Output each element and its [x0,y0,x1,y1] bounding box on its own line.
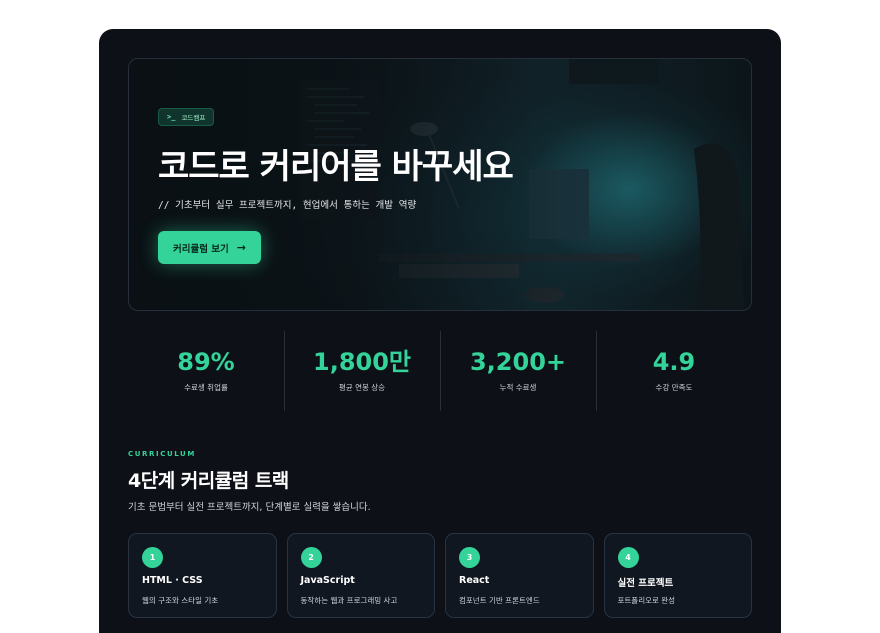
curriculum-card-project[interactable]: 4 실전 프로젝트 포트폴리오로 완성 [603,533,752,618]
stat-label: 수강 만족도 [655,382,693,392]
card-title: HTML · CSS [142,575,203,586]
step-number-badge: 4 [617,547,639,568]
stat-label: 평균 연봉 상승 [338,382,386,392]
view-curriculum-button[interactable]: 커리큘럼 보기 → [158,231,261,264]
brand-badge-label: 코드캠프 [181,114,206,122]
stat-value: 3,200+ [469,347,567,376]
curriculum-cards: 1 HTML · CSS 웹의 구조와 스타일 기초 2 JavaScript … [128,533,752,618]
stat-employment-rate: 89% 수료생 취업률 [128,331,284,411]
curriculum-card-html-css[interactable]: 1 HTML · CSS 웹의 구조와 스타일 기초 [128,533,277,618]
landing-panel: >_ 코드캠프 코드로 커리어를 바꾸세요 // 기초부터 실무 프로젝트까지,… [99,29,781,633]
stat-salary-increase: 1,800만 평균 연봉 상승 [284,331,440,411]
curriculum-card-javascript[interactable]: 2 JavaScript 동작하는 웹과 프로그래밍 사고 [286,533,435,618]
step-number-badge: 3 [459,547,480,568]
stat-satisfaction: 4.9 수강 만족도 [596,331,752,411]
stat-label: 수료생 취업률 [184,382,228,392]
hero-subtitle: // 기초부터 실무 프로젝트까지, 현업에서 통하는 개발 역량 [158,200,417,211]
arrow-right-icon: → [236,241,246,254]
step-number-badge: 2 [300,547,322,568]
card-title: JavaScript [300,575,355,586]
brand-badge: >_ 코드캠프 [158,108,215,126]
section-description: 기초 문법부터 실전 프로젝트까지, 단계별로 실력을 쌓습니다. [128,502,371,513]
hero-title: 코드로 커리어를 바꾸세요 [158,147,514,187]
stats-row: 89% 수료생 취업률 1,800만 평균 연봉 상승 3,200+ 누적 수료… [128,331,752,411]
stat-value: 1,800만 [313,347,411,376]
step-number-badge: 1 [142,547,163,568]
card-description: 포트폴리오로 완성 [617,596,676,605]
terminal-icon: >_ [167,113,176,121]
stat-label: 누적 수료생 [499,382,537,392]
hero-banner: >_ 코드캠프 코드로 커리어를 바꾸세요 // 기초부터 실무 프로젝트까지,… [128,58,752,311]
curriculum-card-react[interactable]: 3 React 컴포넌트 기반 프론트엔드 [445,533,594,618]
card-title: 실전 프로젝트 [617,578,674,589]
card-title: React [459,575,490,586]
section-title: 4단계 커리큘럼 트랙 [128,470,289,492]
card-description: 컴포넌트 기반 프론트엔드 [459,596,540,605]
section-eyebrow: CURRICULUM [128,450,196,458]
cta-label: 커리큘럼 보기 [173,243,229,255]
stat-value: 89% [177,347,235,376]
card-description: 웹의 구조와 스타일 기초 [142,596,219,605]
card-description: 동작하는 웹과 프로그래밍 사고 [300,596,398,605]
stat-value: 4.9 [652,347,696,376]
stat-graduates: 3,200+ 누적 수료생 [440,331,596,411]
